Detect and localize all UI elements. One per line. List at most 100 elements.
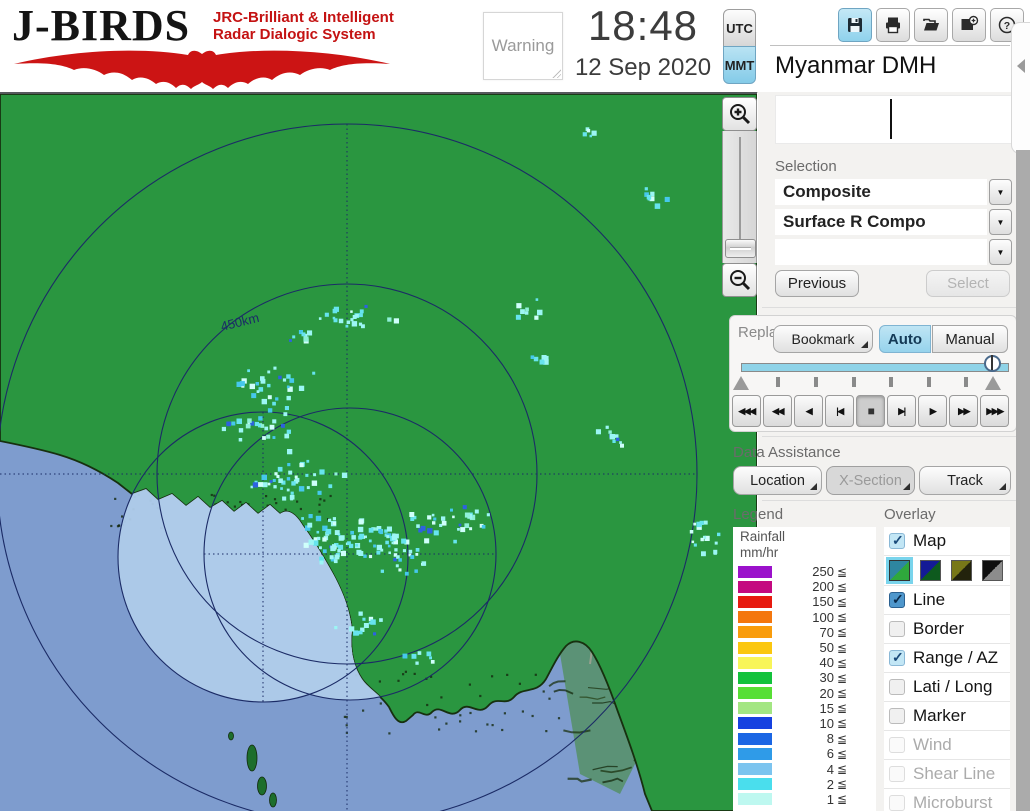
composite-dropdown-button[interactable]: ▼: [989, 179, 1012, 205]
overlay-checkbox[interactable]: [889, 737, 905, 753]
map-zoom-widget: [722, 97, 757, 297]
zoom-in-button[interactable]: [722, 97, 757, 131]
warning-button[interactable]: Warning: [483, 12, 563, 80]
step-back-button[interactable]: |◀: [825, 395, 854, 427]
legend-color-swatch: [738, 671, 772, 684]
playback-button-glyph: ▶▶: [958, 405, 970, 416]
legend-threshold-value: 50: [819, 640, 834, 656]
mmt-timezone-button[interactable]: MMT: [723, 46, 756, 84]
zoom-slider-groove: [739, 137, 741, 245]
rainfall-legend: Rainfall mm/hr 250 ≦ 200 ≦ 150 ≦ 100 ≦ 7…: [733, 527, 876, 811]
legend-color-swatch: [738, 565, 772, 578]
timeline-start-marker[interactable]: [733, 376, 749, 390]
legend-leq-symbol: ≦: [837, 777, 848, 792]
product-dropdown-value[interactable]: Surface R Compo: [775, 209, 987, 235]
legend-leq-symbol: ≦: [837, 640, 848, 655]
fast-rewind-button[interactable]: ◀◀: [763, 395, 792, 427]
map-style-swatch[interactable]: [886, 557, 913, 584]
overlay-checkbox[interactable]: [889, 766, 905, 782]
chevron-down-icon: ▼: [996, 217, 1005, 227]
legend-color-swatch: [738, 595, 772, 608]
playback-button-glyph: ◀: [805, 405, 813, 416]
timeline-end-marker[interactable]: [985, 376, 1001, 390]
timeline-tick: [814, 377, 818, 387]
replay-timeline-slider[interactable]: [741, 363, 1009, 372]
fast-forward-button[interactable]: ▶▶: [949, 395, 978, 427]
legend-threshold-value: 1: [826, 791, 834, 807]
overlay-label-map: Map: [913, 531, 947, 550]
radar-map-viewport[interactable]: 450km: [0, 92, 757, 811]
overlay-checkbox[interactable]: [889, 795, 905, 811]
zoom-out-button[interactable]: [722, 263, 757, 297]
jbirds-application-window: J-BIRDS JRC-Brilliant & Intelligent Rada…: [0, 0, 1030, 811]
map-style-swatch[interactable]: [920, 560, 941, 581]
jump-to-end-button[interactable]: ▶▶▶: [980, 395, 1009, 427]
save-button[interactable]: [838, 8, 872, 42]
legend-threshold-value: 15: [819, 700, 834, 716]
bookmark-button[interactable]: Bookmark: [773, 325, 873, 353]
legend-threshold-value: 6: [826, 746, 834, 762]
status-display-box: [775, 95, 1012, 144]
track-button[interactable]: Track: [919, 466, 1011, 495]
jump-to-start-button[interactable]: ◀◀◀: [732, 395, 761, 427]
play-reverse-button[interactable]: ◀: [794, 395, 823, 427]
product-dropdown-button[interactable]: ▼: [989, 209, 1012, 235]
legend-row: 15 ≦: [733, 701, 876, 716]
overlay-row-label: Marker: [913, 706, 966, 725]
option-dropdown-button[interactable]: ▼: [989, 239, 1012, 265]
select-button[interactable]: Select: [926, 270, 1010, 297]
legend-color-swatch: [738, 611, 772, 624]
legend-threshold-value: 20: [819, 685, 834, 701]
section-divider: [762, 307, 1016, 308]
svg-text:?: ?: [1004, 20, 1010, 32]
overlay-row: Line: [884, 586, 1010, 615]
location-button[interactable]: Location: [733, 466, 822, 495]
overlay-checkbox[interactable]: [889, 649, 905, 666]
overlay-checkbox[interactable]: [889, 708, 905, 724]
legend-leq-symbol: ≦: [837, 686, 848, 701]
zoom-slider-track[interactable]: [722, 131, 757, 263]
window-scrollbar[interactable]: [1016, 150, 1030, 811]
zoom-in-icon: [729, 104, 750, 125]
manual-button-label: Manual: [945, 330, 995, 348]
map-style-swatch[interactable]: [951, 560, 972, 581]
overlay-row-label: Wind: [913, 735, 952, 754]
utc-timezone-button[interactable]: UTC: [723, 9, 756, 47]
location-button-label: Location: [750, 472, 805, 489]
legend-leq-symbol: ≦: [837, 731, 848, 746]
legend-row: 6 ≦: [733, 746, 876, 761]
composite-dropdown-value[interactable]: Composite: [775, 179, 987, 205]
overlay-checkbox[interactable]: [889, 679, 905, 695]
zoom-slider-thumb[interactable]: [725, 239, 756, 258]
overlay-checkbox[interactable]: [889, 591, 905, 608]
play-button[interactable]: ▶: [918, 395, 947, 427]
option-dropdown-value[interactable]: [775, 239, 987, 265]
step-forward-button[interactable]: ▶|: [887, 395, 916, 427]
panel-collapse-tab[interactable]: [1011, 22, 1030, 154]
legend-color-swatch: [738, 747, 772, 760]
legend-color-swatch: [738, 732, 772, 745]
playback-button-glyph: ▶▶▶: [986, 405, 1004, 416]
panel-divider: [770, 45, 1010, 46]
overlay-row: Range / AZ: [884, 644, 1010, 673]
chevron-down-icon: ▼: [996, 247, 1005, 257]
capture-image-button[interactable]: [952, 8, 986, 42]
previous-button[interactable]: Previous: [775, 270, 859, 297]
overlay-checkbox[interactable]: [889, 621, 905, 637]
open-file-button[interactable]: [914, 8, 948, 42]
manual-mode-button[interactable]: Manual: [932, 325, 1008, 353]
replay-slider-thumb[interactable]: [984, 355, 1001, 372]
legend-row: 100 ≦: [733, 610, 876, 625]
print-button[interactable]: [876, 8, 910, 42]
xsection-button[interactable]: X-Section: [826, 466, 915, 495]
map-checkbox[interactable]: [889, 532, 905, 549]
selection-section-label: Selection: [775, 158, 837, 175]
auto-mode-button[interactable]: Auto: [879, 325, 931, 353]
logo-subtitle-line2: Radar Dialogic System: [213, 26, 376, 43]
legend-color-swatch: [738, 641, 772, 654]
app-logo-title: J-BIRDS: [12, 1, 191, 50]
legend-leq-symbol: ≦: [837, 594, 848, 609]
stop-button[interactable]: ■: [856, 395, 885, 427]
map-style-swatch[interactable]: [982, 560, 1003, 581]
legend-leq-symbol: ≦: [837, 625, 848, 640]
